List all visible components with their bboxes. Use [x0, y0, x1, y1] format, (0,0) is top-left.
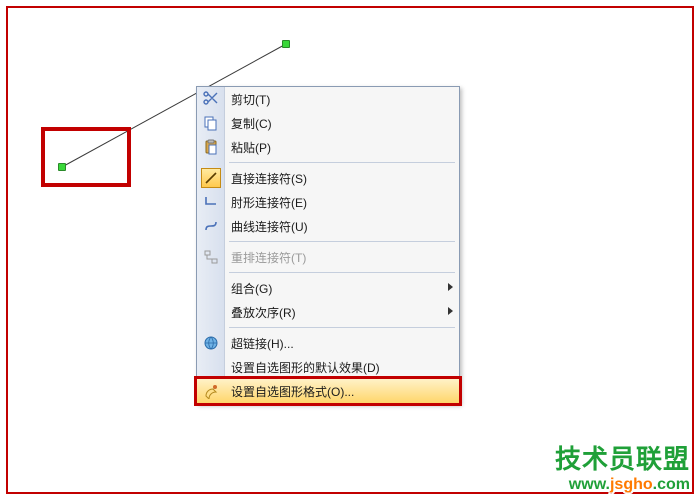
- submenu-arrow-icon: [448, 283, 453, 291]
- scissors-icon: [201, 89, 221, 109]
- menu-hyperlink-label: 超链接(H)...: [231, 335, 294, 352]
- copy-icon: [201, 113, 221, 133]
- menu-paste-label: 粘贴(P): [231, 139, 271, 156]
- reroute-icon: [201, 247, 221, 267]
- hyperlink-icon: [201, 333, 221, 353]
- elbow-connector-icon: [201, 192, 221, 212]
- menu-order-label: 叠放次序(R): [231, 304, 296, 321]
- menu-separator: [229, 241, 455, 242]
- menu-group-label: 组合(G): [231, 280, 272, 297]
- menu-order[interactable]: 叠放次序(R): [197, 300, 459, 324]
- menu-separator: [229, 162, 455, 163]
- menu-straight-connector-label: 直接连接符(S): [231, 170, 307, 187]
- menu-elbow-connector[interactable]: 肘形连接符(E): [197, 190, 459, 214]
- menu-straight-connector[interactable]: 直接连接符(S): [197, 166, 459, 190]
- menu-curve-connector-label: 曲线连接符(U): [231, 218, 308, 235]
- menu-set-default-label: 设置自选图形的默认效果(D): [231, 359, 380, 376]
- menu-separator: [229, 272, 455, 273]
- curve-connector-icon: [201, 216, 221, 236]
- menu-copy-label: 复制(C): [231, 115, 272, 132]
- menu-format-autoshape-label: 设置自选图形格式(O)...: [231, 383, 354, 400]
- menu-set-default[interactable]: 设置自选图形的默认效果(D): [197, 355, 459, 379]
- menu-cut-label: 剪切(T): [231, 91, 270, 108]
- straight-connector-icon: [201, 168, 221, 188]
- menu-reroute-label: 重排连接符(T): [231, 249, 306, 266]
- context-menu: 剪切(T) 复制(C) 粘贴(P) 直接连接符(S) 肘形连接符(E) 曲线连接…: [196, 86, 460, 404]
- menu-reroute-connectors: 重排连接符(T): [197, 245, 459, 269]
- menu-hyperlink[interactable]: 超链接(H)...: [197, 331, 459, 355]
- format-icon: [201, 381, 221, 401]
- menu-paste[interactable]: 粘贴(P): [197, 135, 459, 159]
- menu-format-autoshape[interactable]: 设置自选图形格式(O)...: [196, 378, 460, 404]
- menu-group[interactable]: 组合(G): [197, 276, 459, 300]
- submenu-arrow-icon: [448, 307, 453, 315]
- paste-icon: [201, 137, 221, 157]
- line-endpoint-handle[interactable]: [282, 40, 290, 48]
- menu-copy[interactable]: 复制(C): [197, 111, 459, 135]
- menu-cut[interactable]: 剪切(T): [197, 87, 459, 111]
- menu-elbow-connector-label: 肘形连接符(E): [231, 194, 307, 211]
- menu-separator: [229, 327, 455, 328]
- annotation-box: [41, 127, 131, 187]
- menu-curve-connector[interactable]: 曲线连接符(U): [197, 214, 459, 238]
